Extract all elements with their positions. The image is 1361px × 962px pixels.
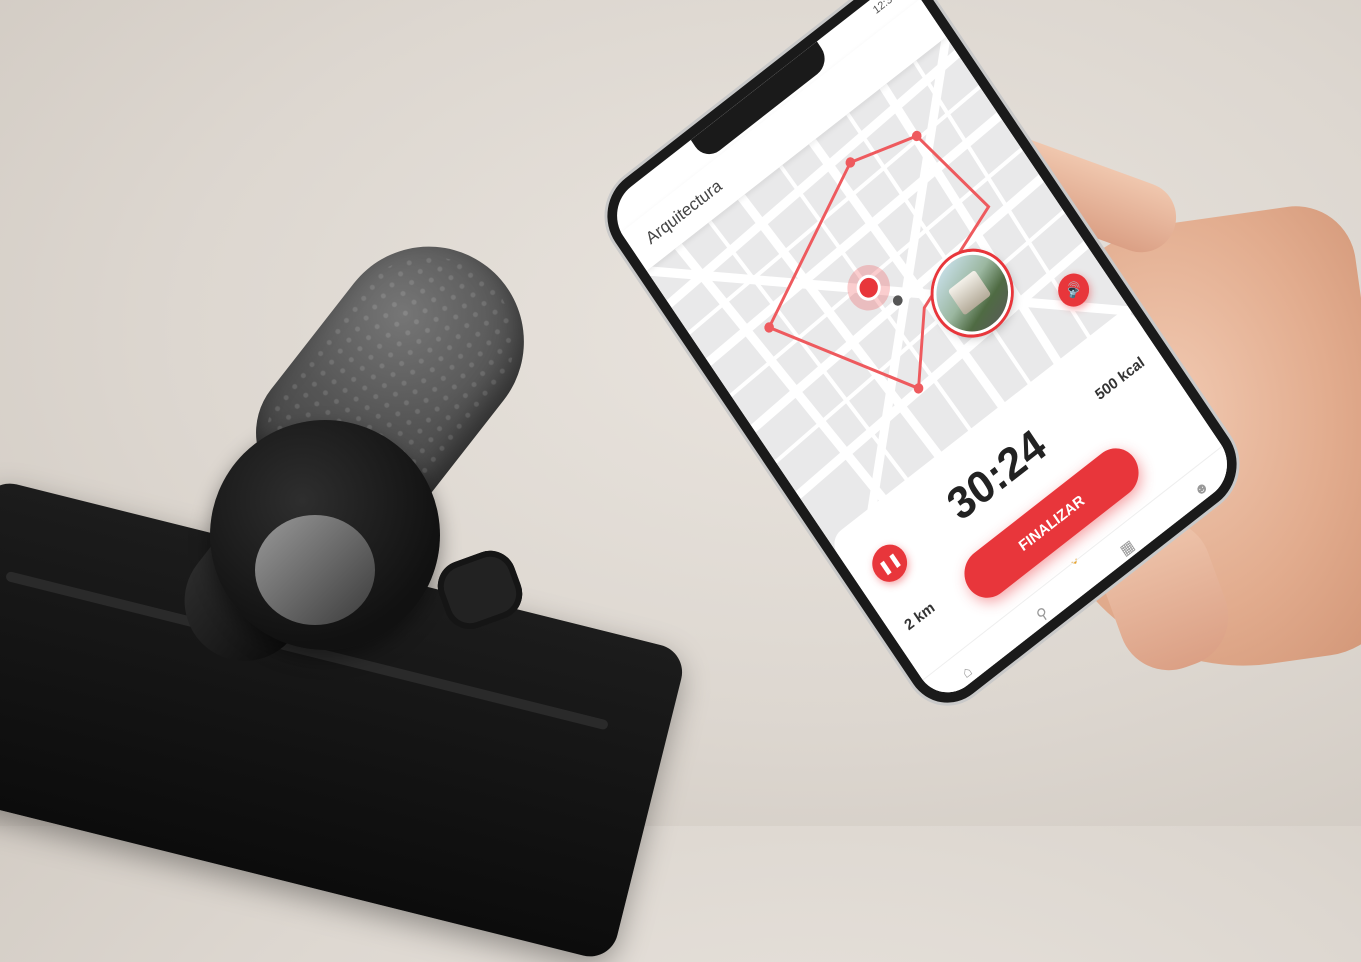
nav-item-perfil[interactable]: ☻ Perfil <box>1188 475 1223 514</box>
calories-value: 500 kcal <box>1092 353 1148 404</box>
phone-screen: 12:30 Arquitectura 🔊 ❚❚ 30:24 500 kcal 2… <box>604 0 1240 707</box>
home-circle-icon[interactable]: ○ <box>1107 615 1125 636</box>
pause-button[interactable]: ❚❚ <box>865 537 914 590</box>
home-icon: ⌂ <box>958 662 976 682</box>
nav-item-recorridos[interactable]: ⚲ Recorridos <box>1018 591 1073 647</box>
smartphone: 12:30 Arquitectura 🔊 ❚❚ 30:24 500 kcal 2… <box>604 0 1240 707</box>
photo-scene: 12:30 Arquitectura 🔊 ❚❚ 30:24 500 kcal 2… <box>0 0 1361 962</box>
distance-value: 2 km <box>901 598 938 635</box>
route-waypoint <box>845 157 856 168</box>
collar-hole <box>255 515 375 625</box>
nav-item-calendario[interactable]: ▦ Calendario <box>1103 525 1158 580</box>
pause-icon: ❚❚ <box>875 548 904 577</box>
recents-icon[interactable]: □ <box>1206 537 1224 558</box>
route-waypoint <box>764 322 774 333</box>
calendar-icon: ▦ <box>1116 536 1138 560</box>
back-icon[interactable]: ◁ <box>1005 691 1026 706</box>
speaker-icon: 🔊 <box>1062 278 1084 301</box>
user-icon: ☻ <box>1190 476 1213 501</box>
status-time: 12:30 <box>871 0 900 17</box>
grip-collar <box>210 420 440 650</box>
